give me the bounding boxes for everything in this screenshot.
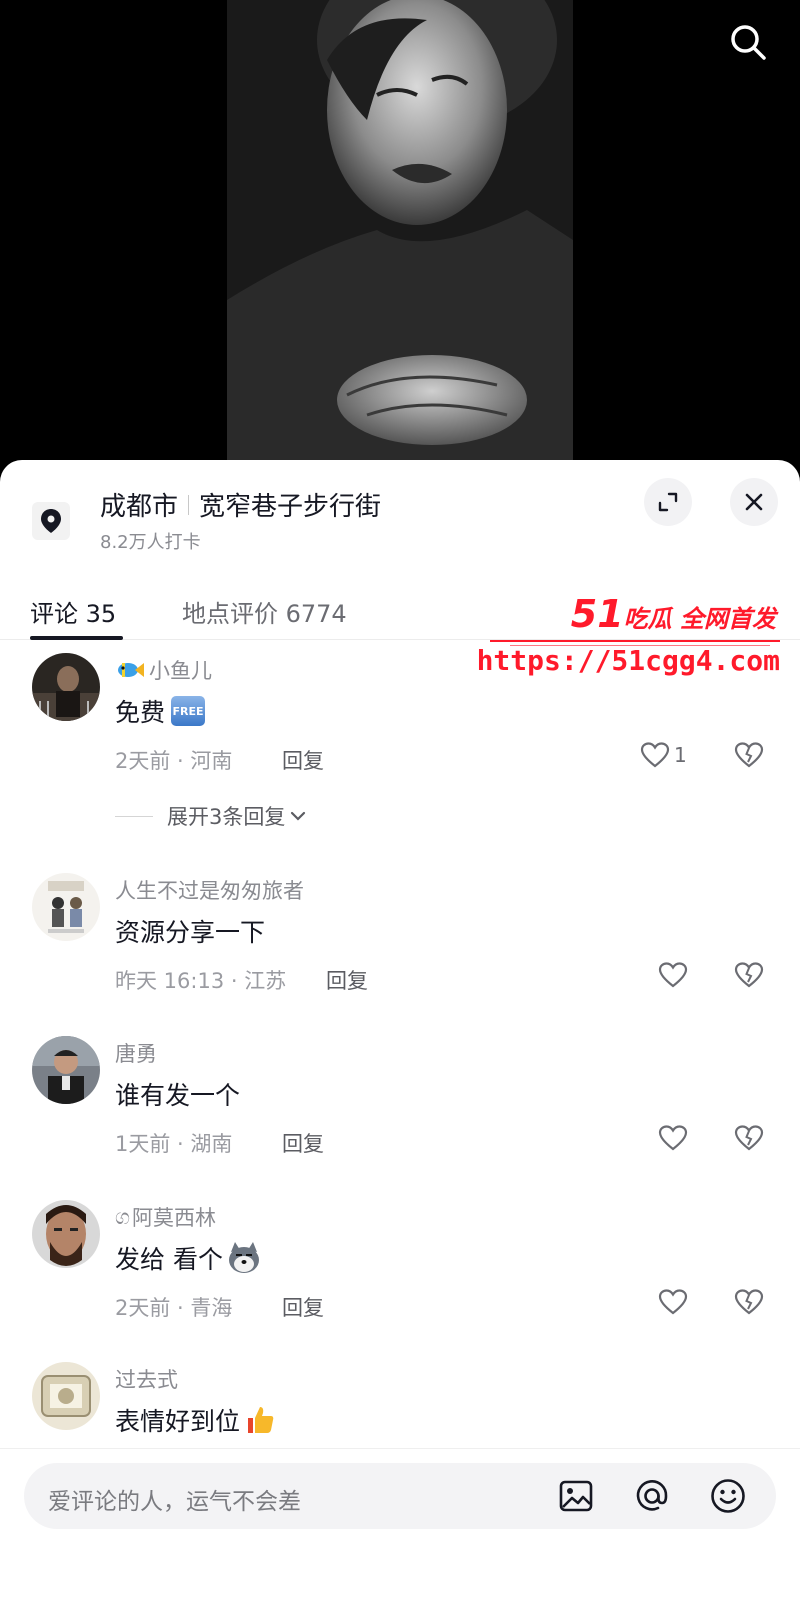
comment-username[interactable]: 小鱼儿 [115, 655, 212, 685]
tab-comments[interactable]: 评论 35 [30, 594, 116, 629]
like-button[interactable] [658, 1288, 688, 1316]
location-header: 成都市 宽窄巷子步行街 8.2万人打卡 [0, 460, 800, 580]
free-badge-text: FREE [172, 704, 204, 718]
search-button[interactable] [722, 16, 774, 68]
like-count: 1 [674, 743, 687, 767]
comment-body: 免费 [115, 698, 166, 727]
active-tab-indicator [30, 636, 123, 640]
husky-emoji-icon [227, 1242, 261, 1274]
comment-meta: 2天前 · 河南 [115, 749, 233, 773]
broken-heart-icon [734, 742, 764, 768]
comment-username[interactable]: 过去式 [115, 1364, 178, 1394]
comment-meta: 昨天 16:13 · 江苏 [115, 969, 287, 993]
comment-username[interactable]: 唐勇 [115, 1038, 157, 1068]
comment-text: 谁有发一个 [115, 1081, 241, 1110]
comment-username[interactable]: ග 阿莫西林 [115, 1202, 216, 1232]
heart-icon [640, 742, 670, 768]
at-icon [636, 1480, 668, 1511]
comment-input[interactable]: 爱评论的人，运气不会差 [24, 1463, 776, 1529]
smiley-icon [711, 1479, 745, 1513]
tab-bar: 评论 35 地点评价 6774 [0, 580, 800, 640]
avatar[interactable] [32, 1200, 100, 1268]
expand-icon [658, 492, 678, 512]
tab-place-reviews[interactable]: 地点评价 6774 [182, 594, 347, 629]
location-place: 宽窄巷子步行街 [199, 492, 382, 522]
location-city: 成都市 [100, 492, 179, 522]
avatar[interactable] [32, 873, 100, 941]
video-frame-photo [227, 0, 573, 462]
fish-emoji-icon [115, 659, 145, 681]
reply-button[interactable]: 回复 [326, 965, 368, 995]
watermark-line [490, 640, 780, 642]
heart-icon [658, 1125, 688, 1151]
mention-button[interactable] [632, 1476, 672, 1516]
avatar[interactable] [32, 653, 100, 721]
free-badge-icon: FREE [171, 696, 206, 726]
dislike-button[interactable] [734, 1288, 764, 1320]
like-button[interactable] [658, 961, 688, 989]
expand-replies-button[interactable]: 展开3条回复 [115, 801, 307, 831]
chevron-down-icon [291, 811, 306, 821]
dislike-button[interactable] [734, 961, 764, 993]
heart-icon [658, 962, 688, 988]
comment-body: 发给 看个 [115, 1245, 223, 1274]
avatar[interactable] [32, 1362, 100, 1430]
location-title[interactable]: 成都市 宽窄巷子步行街 [100, 486, 381, 523]
broken-heart-icon [734, 962, 764, 988]
reply-button[interactable]: 回复 [282, 1292, 324, 1322]
comment-username[interactable]: 人生不过是匆匆旅者 [115, 875, 304, 905]
image-picker-button[interactable] [556, 1476, 596, 1516]
reply-button[interactable]: 回复 [282, 745, 324, 775]
comment-text: 表情好到位 [115, 1402, 276, 1438]
comment-text: 发给 看个 [115, 1240, 261, 1276]
close-icon [745, 493, 763, 511]
search-icon [731, 25, 766, 60]
avatar[interactable] [32, 1036, 100, 1104]
dislike-button[interactable] [734, 741, 764, 773]
thumbs-up-emoji-icon [244, 1404, 276, 1436]
image-icon [559, 1480, 593, 1512]
watermark-line-thin [510, 645, 770, 646]
username-text: 阿莫西林 [132, 1206, 217, 1230]
comment-sheet: 成都市 宽窄巷子步行街 8.2万人打卡 评论 35 地点评价 6774 51吃瓜… [0, 460, 800, 1600]
comment-input-bar: 爱评论的人，运气不会差 [0, 1448, 800, 1600]
username-prefix: ග [115, 1204, 131, 1229]
like-button[interactable] [658, 1124, 688, 1152]
dislike-button[interactable] [734, 1124, 764, 1156]
reply-button[interactable]: 回复 [282, 1128, 324, 1158]
location-pin-icon [32, 502, 70, 540]
video-player[interactable] [0, 0, 800, 470]
username-text: 小鱼儿 [149, 659, 212, 683]
broken-heart-icon [734, 1125, 764, 1151]
checkin-count: 8.2万人打卡 [100, 532, 201, 553]
expand-line [115, 815, 153, 817]
title-divider [188, 494, 190, 515]
close-button[interactable] [730, 478, 778, 526]
heart-icon [658, 1289, 688, 1315]
emoji-picker-button[interactable] [708, 1476, 748, 1516]
expand-button[interactable] [644, 478, 692, 526]
comment-meta: 1天前 · 湖南 [115, 1132, 233, 1156]
expand-replies-text: 展开3条回复 [167, 805, 286, 829]
watermark-url: https://51cgg4.com [476, 644, 780, 677]
comment-text: 资源分享一下 [115, 918, 266, 947]
like-button[interactable]: 1 [640, 741, 687, 769]
comment-body: 表情好到位 [115, 1407, 241, 1436]
comment-meta: 2天前 · 青海 [115, 1296, 233, 1320]
comment-input-placeholder: 爱评论的人，运气不会差 [48, 1489, 301, 1515]
broken-heart-icon [734, 1289, 764, 1315]
comment-text: 免费 FREE [115, 693, 206, 729]
